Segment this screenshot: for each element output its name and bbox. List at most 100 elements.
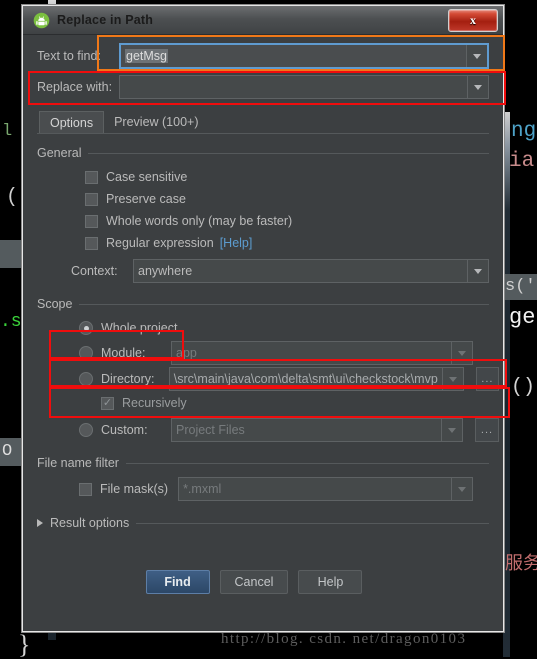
checkbox-whole-words-only[interactable]: Whole words only (may be faster) — [85, 210, 503, 232]
preserve-case-label: Preserve case — [106, 192, 186, 206]
replace-with-label: Replace with: — [37, 80, 113, 94]
module-select[interactable]: app — [171, 341, 473, 365]
find-button[interactable]: Find — [145, 570, 210, 594]
text-to-find-row: Text to find: getMsg — [23, 35, 503, 69]
text-to-find-selection: getMsg — [125, 49, 168, 63]
text-to-find-dropdown-arrow[interactable] — [466, 45, 487, 67]
code-fragment-right-5: 服务 — [505, 553, 537, 574]
directory-dropdown-arrow[interactable] — [441, 368, 463, 390]
close-button[interactable]: x — [448, 9, 498, 32]
tab-underline — [37, 133, 489, 134]
custom-radio-icon[interactable] — [79, 423, 93, 437]
tab-bar: Options Preview (100+) — [23, 110, 503, 133]
case-sensitive-checkbox-icon[interactable] — [85, 170, 98, 184]
whole-words-label: Whole words only (may be faster) — [106, 214, 293, 228]
code-highlight-left-1 — [0, 240, 22, 268]
preserve-case-checkbox-icon[interactable] — [85, 192, 98, 206]
editor-scrollbar-right[interactable] — [503, 112, 510, 657]
general-group: General Case sensitive Preserve case Who… — [23, 146, 503, 283]
custom-select[interactable]: Project Files — [171, 418, 463, 442]
code-fragment-right-0: ng — [511, 120, 537, 143]
context-dropdown-arrow[interactable] — [467, 260, 488, 282]
context-value[interactable]: anywhere — [134, 260, 467, 282]
radio-whole-project[interactable]: Whole project — [79, 316, 503, 340]
watermark-text: http://blog. csdn. net/dragon0103 — [221, 631, 467, 647]
radio-module[interactable]: Module: app — [79, 340, 503, 366]
code-closing-brace: } — [18, 630, 31, 659]
dialog-body: Text to find: getMsg Replace with: Optio… — [23, 35, 503, 594]
regex-label: Regular expression — [106, 236, 214, 250]
recursively-checkbox-icon[interactable] — [101, 396, 114, 410]
custom-label: Custom: — [101, 423, 148, 437]
general-group-header: General — [23, 146, 503, 160]
file-filter-header: File name filter — [23, 456, 503, 470]
file-mask-dropdown-arrow[interactable] — [451, 478, 472, 500]
radio-directory[interactable]: Directory: \src\main\java\com\delta\smt\… — [79, 366, 503, 392]
code-fragment-right-4: () — [511, 376, 536, 399]
text-to-find-value[interactable]: getMsg — [121, 45, 466, 67]
checkbox-recursively[interactable]: Recursively — [79, 392, 503, 414]
dialog-button-bar: Find Cancel Help — [23, 570, 503, 594]
file-filter-title: File name filter — [37, 456, 119, 470]
cancel-button[interactable]: Cancel — [219, 570, 289, 594]
result-options-divider — [136, 522, 489, 524]
custom-dropdown-arrow[interactable] — [441, 419, 462, 441]
help-button[interactable]: Help — [298, 570, 363, 594]
file-mask-value[interactable]: *.mxml — [179, 478, 451, 500]
file-filter-divider — [125, 462, 489, 464]
tab-options[interactable]: Options — [39, 111, 105, 133]
text-to-find-label: Text to find: — [37, 49, 101, 63]
checkbox-case-sensitive[interactable]: Case sensitive — [85, 166, 503, 188]
custom-browse-button[interactable]: ... — [475, 418, 499, 442]
scope-group-header: Scope — [23, 297, 503, 311]
module-radio-icon[interactable] — [79, 346, 93, 360]
replace-with-dropdown-arrow[interactable] — [467, 76, 488, 98]
result-options-section[interactable]: Result options — [23, 516, 503, 530]
code-fragment-right-2: s(' — [505, 277, 536, 296]
directory-value[interactable]: \src\main\java\com\delta\smt\ui\checksto… — [170, 368, 442, 390]
replace-with-input[interactable] — [119, 75, 489, 99]
scope-group-title: Scope — [37, 297, 73, 311]
directory-browse-button[interactable]: ... — [475, 367, 499, 391]
file-filter-group: File name filter File mask(s) *.mxml — [23, 456, 503, 502]
file-mask-checkbox-icon[interactable] — [79, 482, 92, 496]
directory-label: Directory: — [101, 372, 155, 386]
dialog-titlebar[interactable]: Replace in Path x — [23, 6, 503, 35]
scope-group-divider — [79, 303, 489, 305]
result-options-label: Result options — [50, 516, 130, 530]
checkbox-preserve-case[interactable]: Preserve case — [85, 188, 503, 210]
context-label: Context: — [71, 264, 118, 278]
directory-radio-icon[interactable] — [79, 372, 93, 386]
code-fragment-left-3: O — [2, 442, 13, 461]
file-mask-input[interactable]: *.mxml — [178, 477, 473, 501]
module-value[interactable]: app — [172, 342, 451, 364]
replace-in-path-dialog: Replace in Path x Text to find: getMsg R… — [22, 5, 504, 632]
regex-checkbox-icon[interactable] — [85, 236, 98, 250]
replace-with-value[interactable] — [120, 76, 467, 98]
code-fragment-left-0: l — [2, 122, 13, 141]
module-label: Module: — [101, 346, 146, 360]
chevron-right-icon[interactable] — [37, 519, 43, 527]
context-row: Context: anywhere — [23, 254, 503, 283]
radio-custom[interactable]: Custom: Project Files ... — [79, 417, 503, 443]
android-studio-icon — [33, 12, 50, 28]
dialog-title: Replace in Path — [57, 13, 154, 27]
whole-project-radio-icon[interactable] — [79, 321, 93, 335]
regex-help-link[interactable]: [Help] — [220, 236, 253, 250]
module-dropdown-arrow[interactable] — [451, 342, 472, 364]
scope-group: Scope Whole project Module: app Director… — [23, 297, 503, 443]
directory-input[interactable]: \src\main\java\com\delta\smt\ui\checksto… — [168, 367, 464, 391]
custom-value[interactable]: Project Files — [172, 419, 441, 441]
file-mask-label: File mask(s) — [100, 482, 169, 496]
text-to-find-input[interactable]: getMsg — [119, 43, 489, 69]
checkbox-regular-expression[interactable]: Regular expression [Help] — [85, 232, 503, 254]
tab-preview[interactable]: Preview (100+) — [104, 111, 209, 133]
whole-words-checkbox-icon[interactable] — [85, 214, 98, 228]
code-fragment-right-3: ge — [509, 305, 536, 330]
general-group-title: General — [37, 146, 82, 160]
replace-with-row: Replace with: — [23, 69, 503, 99]
code-fragment-right-1: ia — [509, 150, 535, 173]
file-mask-row[interactable]: File mask(s) *.mxml — [23, 476, 503, 502]
general-group-divider — [88, 152, 489, 154]
context-select[interactable]: anywhere — [133, 259, 489, 283]
